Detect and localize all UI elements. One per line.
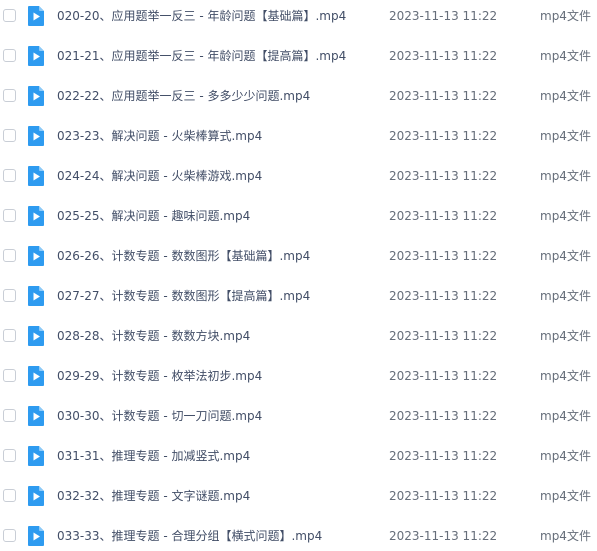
row-checkbox[interactable] — [3, 529, 16, 542]
modified-date: 2023-11-13 11:22 — [389, 489, 498, 503]
file-type: mp4文件 — [540, 369, 591, 383]
file-name[interactable]: 024-24、解决问题 - 火柴棒游戏.mp4 — [57, 168, 377, 184]
video-file-icon — [28, 6, 44, 26]
row-checkbox[interactable] — [3, 9, 16, 22]
modified-date: 2023-11-13 11:22 — [389, 369, 498, 383]
video-file-icon — [28, 326, 44, 346]
file-row[interactable]: 024-24、解决问题 - 火柴棒游戏.mp4 2023-11-13 11:22… — [0, 162, 597, 190]
file-type: mp4文件 — [540, 529, 591, 543]
row-checkbox[interactable] — [3, 289, 16, 302]
file-row[interactable]: 022-22、应用题举一反三 - 多多少少问题.mp4 2023-11-13 1… — [0, 82, 597, 110]
file-type: mp4文件 — [540, 49, 591, 63]
row-checkbox[interactable] — [3, 489, 16, 502]
row-checkbox[interactable] — [3, 49, 16, 62]
row-checkbox[interactable] — [3, 89, 16, 102]
file-name[interactable]: 027-27、计数专题 - 数数图形【提高篇】.mp4 — [57, 288, 377, 304]
file-row[interactable]: 031-31、推理专题 - 加减竖式.mp4 2023-11-13 11:22 … — [0, 442, 597, 470]
file-name[interactable]: 029-29、计数专题 - 枚举法初步.mp4 — [57, 368, 377, 384]
modified-date: 2023-11-13 11:22 — [389, 329, 498, 343]
file-list: 020-20、应用题举一反三 - 年龄问题【基础篇】.mp4 2023-11-1… — [0, 0, 597, 551]
file-row[interactable]: 023-23、解决问题 - 火柴棒算式.mp4 2023-11-13 11:22… — [0, 122, 597, 150]
video-file-icon — [28, 46, 44, 66]
video-file-icon — [28, 206, 44, 226]
video-file-icon — [28, 126, 44, 146]
file-name[interactable]: 026-26、计数专题 - 数数图形【基础篇】.mp4 — [57, 248, 377, 264]
file-type: mp4文件 — [540, 209, 591, 223]
row-checkbox[interactable] — [3, 449, 16, 462]
file-row[interactable]: 033-33、推理专题 - 合理分组【横式问题】.mp4 2023-11-13 … — [0, 522, 597, 550]
row-checkbox[interactable] — [3, 129, 16, 142]
file-name[interactable]: 025-25、解决问题 - 趣味问题.mp4 — [57, 208, 377, 224]
file-name[interactable]: 028-28、计数专题 - 数数方块.mp4 — [57, 328, 377, 344]
modified-date: 2023-11-13 11:22 — [389, 529, 498, 543]
file-type: mp4文件 — [540, 129, 591, 143]
row-checkbox[interactable] — [3, 369, 16, 382]
row-checkbox[interactable] — [3, 169, 16, 182]
modified-date: 2023-11-13 11:22 — [389, 249, 498, 263]
modified-date: 2023-11-13 11:22 — [389, 409, 498, 423]
file-name[interactable]: 021-21、应用题举一反三 - 年龄问题【提高篇】.mp4 — [57, 48, 377, 64]
file-row[interactable]: 030-30、计数专题 - 切一刀问题.mp4 2023-11-13 11:22… — [0, 402, 597, 430]
modified-date: 2023-11-13 11:22 — [389, 49, 498, 63]
modified-date: 2023-11-13 11:22 — [389, 89, 498, 103]
file-type: mp4文件 — [540, 449, 591, 463]
file-name[interactable]: 023-23、解决问题 - 火柴棒算式.mp4 — [57, 128, 377, 144]
file-row[interactable]: 028-28、计数专题 - 数数方块.mp4 2023-11-13 11:22 … — [0, 322, 597, 350]
file-row[interactable]: 027-27、计数专题 - 数数图形【提高篇】.mp4 2023-11-13 1… — [0, 282, 597, 310]
file-type: mp4文件 — [540, 89, 591, 103]
file-type: mp4文件 — [540, 409, 591, 423]
file-name[interactable]: 022-22、应用题举一反三 - 多多少少问题.mp4 — [57, 88, 377, 104]
row-checkbox[interactable] — [3, 409, 16, 422]
video-file-icon — [28, 246, 44, 266]
file-row[interactable]: 020-20、应用题举一反三 - 年龄问题【基础篇】.mp4 2023-11-1… — [0, 2, 597, 30]
file-row[interactable]: 032-32、推理专题 - 文字谜题.mp4 2023-11-13 11:22 … — [0, 482, 597, 510]
file-row[interactable]: 026-26、计数专题 - 数数图形【基础篇】.mp4 2023-11-13 1… — [0, 242, 597, 270]
file-type: mp4文件 — [540, 489, 591, 503]
video-file-icon — [28, 406, 44, 426]
video-file-icon — [28, 86, 44, 106]
file-type: mp4文件 — [540, 289, 591, 303]
file-type: mp4文件 — [540, 169, 591, 183]
modified-date: 2023-11-13 11:22 — [389, 289, 498, 303]
row-checkbox[interactable] — [3, 329, 16, 342]
file-type: mp4文件 — [540, 329, 591, 343]
video-file-icon — [28, 486, 44, 506]
file-type: mp4文件 — [540, 9, 591, 23]
file-name[interactable]: 033-33、推理专题 - 合理分组【横式问题】.mp4 — [57, 528, 377, 544]
video-file-icon — [28, 446, 44, 466]
modified-date: 2023-11-13 11:22 — [389, 129, 498, 143]
file-name[interactable]: 030-30、计数专题 - 切一刀问题.mp4 — [57, 408, 377, 424]
video-file-icon — [28, 166, 44, 186]
modified-date: 2023-11-13 11:22 — [389, 449, 498, 463]
row-checkbox[interactable] — [3, 209, 16, 222]
video-file-icon — [28, 526, 44, 546]
file-row[interactable]: 029-29、计数专题 - 枚举法初步.mp4 2023-11-13 11:22… — [0, 362, 597, 390]
modified-date: 2023-11-13 11:22 — [389, 169, 498, 183]
row-checkbox[interactable] — [3, 249, 16, 262]
file-row[interactable]: 025-25、解决问题 - 趣味问题.mp4 2023-11-13 11:22 … — [0, 202, 597, 230]
file-name[interactable]: 020-20、应用题举一反三 - 年龄问题【基础篇】.mp4 — [57, 8, 377, 24]
video-file-icon — [28, 366, 44, 386]
file-row[interactable]: 021-21、应用题举一反三 - 年龄问题【提高篇】.mp4 2023-11-1… — [0, 42, 597, 70]
file-name[interactable]: 032-32、推理专题 - 文字谜题.mp4 — [57, 488, 377, 504]
modified-date: 2023-11-13 11:22 — [389, 9, 498, 23]
file-name[interactable]: 031-31、推理专题 - 加减竖式.mp4 — [57, 448, 377, 464]
video-file-icon — [28, 286, 44, 306]
modified-date: 2023-11-13 11:22 — [389, 209, 498, 223]
file-type: mp4文件 — [540, 249, 591, 263]
